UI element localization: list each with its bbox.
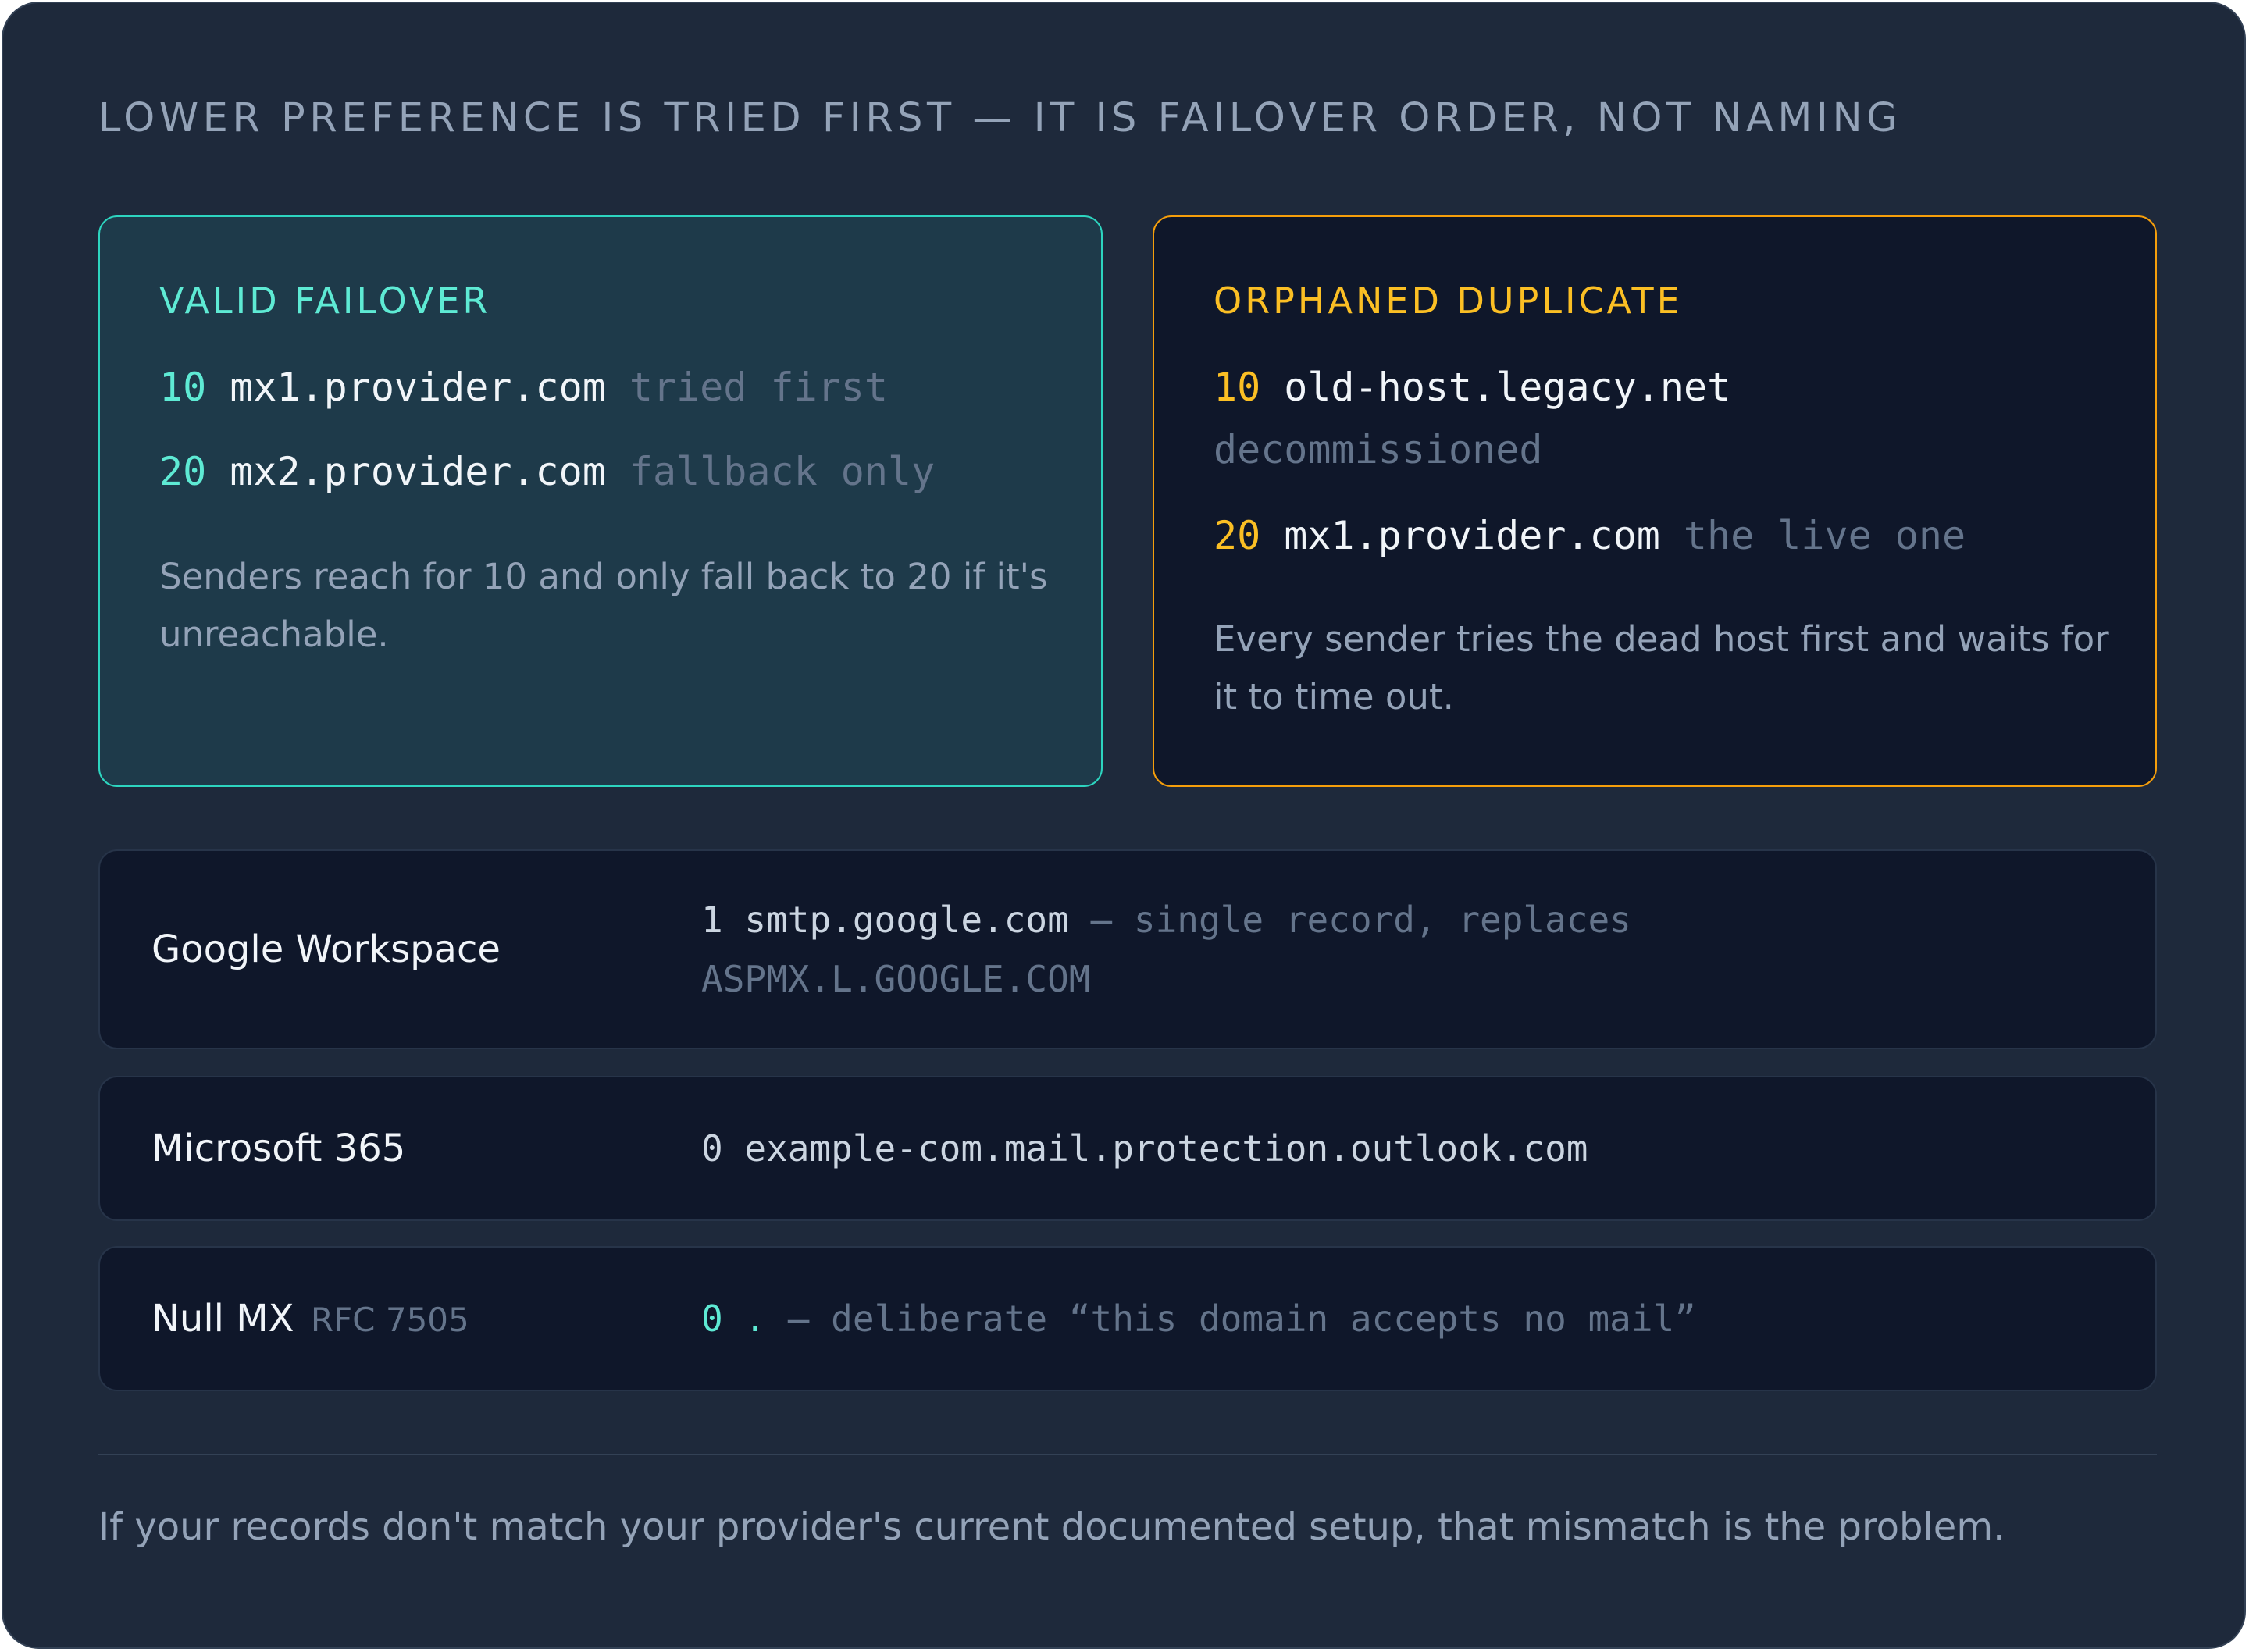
valid-failover-card: VALID FAILOVER 10 mx1.provider.com tried f… (98, 215, 1103, 787)
mx-record-row: 20 mx2.provider.com fallback only (159, 440, 935, 503)
mx-host: mx1.provider.com (230, 365, 606, 410)
footer-note: If your records don't match your provide… (98, 1505, 2005, 1549)
mx-note: tried first (629, 365, 888, 410)
provider-mx-record: 1 smtp.google.com (701, 899, 1069, 941)
mx-record-row: 20 mx1.provider.com the live one (1214, 504, 1966, 567)
valid-failover-description: Senders reach for 10 and only fall back … (159, 556, 1048, 655)
mx-preference: 20 (159, 449, 207, 494)
provider-name: Microsoft 365 (151, 1127, 406, 1170)
provider-mx-record: 0 . (701, 1298, 767, 1340)
provider-row-microsoft-365: Microsoft 365 0 example-com.mail.protect… (98, 1076, 2157, 1221)
orphaned-duplicate-card: ORPHANED DUPLICATE 10 old-host.legacy.net… (1153, 215, 2157, 787)
orphaned-duplicate-title: ORPHANED DUPLICATE (1214, 279, 1683, 322)
provider-mx-record: 0 example-com.mail.protection.outlook.co… (701, 1127, 1588, 1170)
mx-preference: 10 (1214, 365, 1261, 410)
mx-record-row: 10 mx1.provider.com tried first (159, 356, 888, 418)
provider-label: Google Workspace (151, 927, 501, 971)
orphaned-duplicate-description: Every sender tries the dead host first a… (1214, 618, 2109, 717)
mx-record-row: 10 old-host.legacy.net decommissioned (1214, 356, 1754, 481)
mx-host: mx2.provider.com (230, 449, 606, 494)
mx-preference: 10 (159, 365, 207, 410)
provider-mx-value: 0 . — deliberate “this domain accepts no… (701, 1289, 1795, 1348)
provider-mx-note: — deliberate “this domain accepts no mai… (787, 1298, 1696, 1340)
provider-name: Google Workspace (151, 927, 501, 971)
mx-note: decommissioned (1214, 427, 1543, 472)
provider-label: Null MX RFC 7505 (151, 1297, 469, 1340)
provider-label: Microsoft 365 (151, 1127, 405, 1170)
provider-row-null-mx: Null MX RFC 7505 0 . — deliberate “this … (98, 1246, 2157, 1391)
explainer-panel: LOWER PREFERENCE IS TRIED FIRST — IT IS … (2, 2, 2246, 1649)
provider-mx-value: 1 smtp.google.com — single record, repla… (701, 890, 1795, 1009)
provider-mx-value: 0 example-com.mail.protection.outlook.co… (701, 1119, 1795, 1178)
mx-note: fallback only (629, 449, 936, 494)
mx-host: mx1.provider.com (1284, 513, 1660, 558)
section-heading: LOWER PREFERENCE IS TRIED FIRST — IT IS … (98, 95, 1902, 141)
mx-host: old-host.legacy.net (1284, 365, 1731, 410)
mx-note: the live one (1683, 513, 1966, 558)
rfc-reference: RFC 7505 (310, 1301, 469, 1339)
valid-failover-title: VALID FAILOVER (159, 279, 491, 322)
footer-divider (98, 1454, 2157, 1455)
provider-name: Null MX (151, 1297, 294, 1340)
mx-preference: 20 (1214, 513, 1261, 558)
provider-row-google-workspace: Google Workspace 1 smtp.google.com — sin… (98, 849, 2157, 1049)
